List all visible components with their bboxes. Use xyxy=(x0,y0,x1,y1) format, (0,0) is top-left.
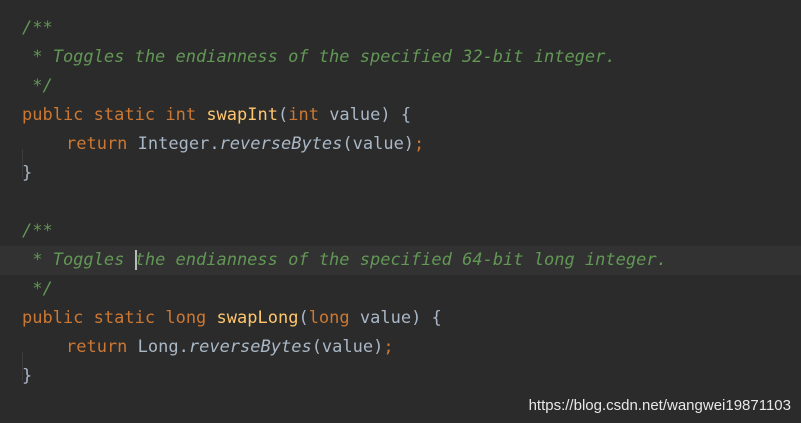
watermark-url: https://blog.csdn.net/wangwei19871103 xyxy=(528,397,791,414)
javadoc-close: */ xyxy=(22,279,53,299)
code-line-3[interactable]: */ xyxy=(0,72,801,101)
call-method: reverseBytes xyxy=(188,337,312,357)
call-args: (value) xyxy=(311,337,384,357)
code-line-1[interactable]: /** xyxy=(0,14,801,43)
param-name: value xyxy=(359,308,412,328)
javadoc-text: * Toggles the endianness of the specifie… xyxy=(22,47,616,67)
param-type: int xyxy=(288,105,319,125)
code-line-5[interactable]: return Integer.reverseBytes(value); xyxy=(0,130,801,178)
keyword-public: public xyxy=(22,105,84,125)
keyword-static: static xyxy=(93,308,156,328)
call-method: reverseBytes xyxy=(219,134,343,154)
keyword-return: return xyxy=(66,337,128,357)
open-paren: ( xyxy=(298,308,309,328)
code-line-9-current[interactable]: * Toggles the endianness of the specifie… xyxy=(0,246,801,275)
javadoc-open: /** xyxy=(22,18,53,38)
close-brace: } xyxy=(22,366,33,386)
code-line-13[interactable]: } xyxy=(0,362,801,391)
code-line-4[interactable]: public static int swapInt(int value) { xyxy=(0,101,801,130)
return-type: int xyxy=(165,105,197,125)
call-args: (value) xyxy=(342,134,415,154)
open-paren: ( xyxy=(277,105,289,125)
call-target: Integer. xyxy=(137,134,220,154)
javadoc-open: /** xyxy=(22,221,53,241)
close-paren-brace: ) { xyxy=(411,308,442,328)
javadoc-text-rest: the endianness of the specified 64-bit l… xyxy=(134,250,667,270)
code-editor[interactable]: /** * Toggles the endianness of the spec… xyxy=(0,0,801,423)
method-name: swapInt xyxy=(206,105,278,125)
javadoc-text-prefix: * Toggles xyxy=(22,250,135,270)
code-line-2[interactable]: * Toggles the endianness of the specifie… xyxy=(0,43,801,72)
semicolon: ; xyxy=(383,337,394,357)
semicolon: ; xyxy=(414,134,425,154)
keyword-return: return xyxy=(66,134,128,154)
keyword-public: public xyxy=(22,308,84,328)
code-line-6[interactable]: } xyxy=(0,159,801,188)
param-type: long xyxy=(308,308,350,328)
code-line-11[interactable]: public static long swapLong(long value) … xyxy=(0,304,801,333)
javadoc-close: */ xyxy=(22,76,53,96)
code-line-10[interactable]: */ xyxy=(0,275,801,304)
return-type: long xyxy=(165,308,207,328)
call-target: Long. xyxy=(137,337,189,357)
code-line-12[interactable]: return Long.reverseBytes(value); xyxy=(0,333,801,381)
keyword-static: static xyxy=(93,105,156,125)
code-line-8[interactable]: /** xyxy=(0,217,801,246)
method-name: swapLong xyxy=(216,308,299,328)
close-brace: } xyxy=(22,163,33,183)
close-paren-brace: ) { xyxy=(380,105,412,125)
param-name: value xyxy=(329,105,381,125)
